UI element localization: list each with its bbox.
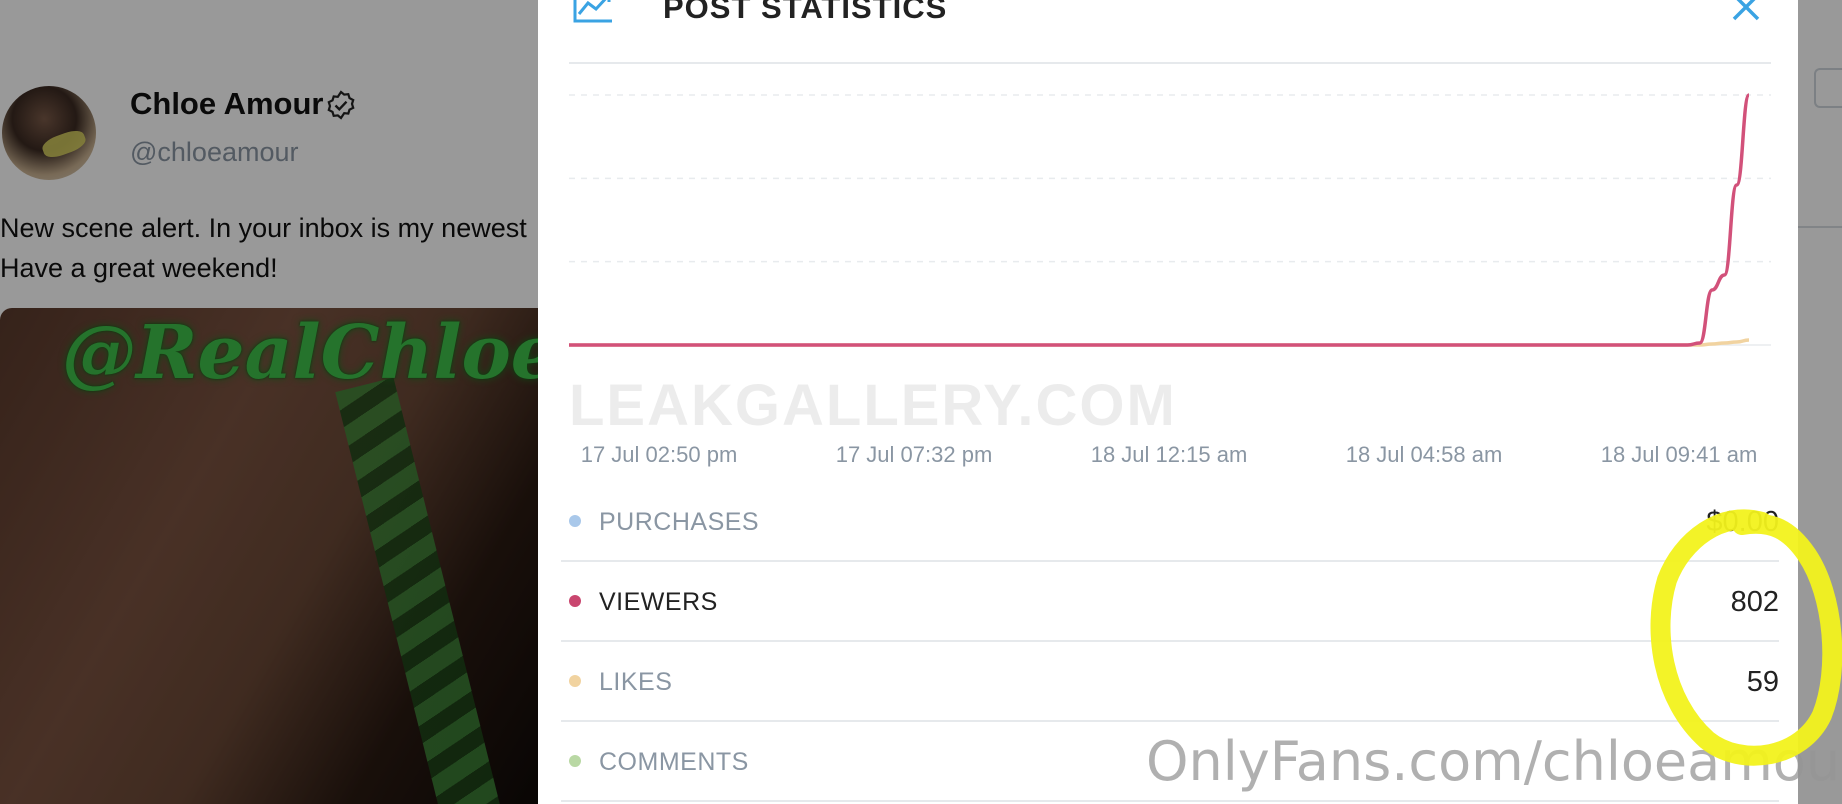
stat-row-viewers[interactable]: VIEWERS 802 xyxy=(561,562,1779,642)
stat-value: 802 xyxy=(1730,586,1779,618)
stat-label: VIEWERS xyxy=(599,588,718,616)
stat-value: 59 xyxy=(1746,666,1779,698)
x-tick-label: 18 Jul 09:41 am xyxy=(1601,442,1758,467)
stat-label: LIKES xyxy=(599,668,673,696)
x-tick-label: 17 Jul 02:50 pm xyxy=(581,442,738,467)
legend-dot-icon xyxy=(569,675,581,687)
stat-label: PURCHASES xyxy=(599,508,760,536)
close-icon[interactable] xyxy=(1731,0,1761,22)
series-line-viewers xyxy=(569,93,1751,347)
onlyfans-watermark: OnlyFans.com/chloeamour xyxy=(1146,730,1842,793)
legend-dot-icon xyxy=(569,755,581,767)
leak-watermark: LEAKGALLERY.COM xyxy=(569,373,1177,438)
legend-dot-icon xyxy=(569,515,581,527)
stat-value: $0.00 xyxy=(1706,506,1779,538)
stat-row-purchases[interactable]: PURCHASES $0.00 xyxy=(561,482,1779,562)
legend-dot-icon xyxy=(569,595,581,607)
modal-title: POST STATISTICS xyxy=(663,0,948,25)
stat-label: COMMENTS xyxy=(599,748,749,776)
x-tick-label: 18 Jul 12:15 am xyxy=(1091,442,1248,467)
x-tick-label: 18 Jul 04:58 am xyxy=(1346,442,1503,467)
statistics-chart: 17 Jul 02:50 pm 17 Jul 07:32 pm 18 Jul 12:… xyxy=(569,62,1771,482)
stat-row-likes[interactable]: LIKES 59 xyxy=(561,642,1779,722)
chart-line-icon xyxy=(573,0,612,23)
post-statistics-modal: POST STATISTICS 17 Jul 02:50 pm 17 Jul 07… xyxy=(538,0,1798,804)
modal-header: POST STATISTICS xyxy=(569,0,1771,64)
x-tick-label: 17 Jul 07:32 pm xyxy=(836,442,993,467)
